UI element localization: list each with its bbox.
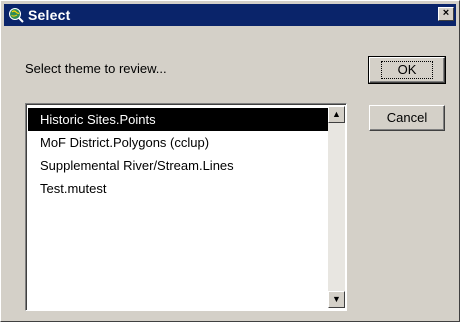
list-item[interactable]: Historic Sites.Points [28, 108, 328, 131]
ok-button[interactable]: OK [368, 56, 446, 84]
vertical-scrollbar[interactable]: ▲ ▼ [328, 106, 345, 308]
prompt-label: Select theme to review... [25, 61, 167, 76]
list-item[interactable]: Test.mutest [28, 177, 328, 200]
globe-magnifier-icon [8, 7, 24, 23]
arrow-down-icon: ▼ [332, 294, 341, 304]
list-item[interactable]: Supplemental River/Stream.Lines [28, 154, 328, 177]
list-item[interactable]: MoF District.Polygons (cclup) [28, 131, 328, 154]
title-bar[interactable]: Select × [4, 4, 456, 26]
window-title: Select [28, 7, 71, 23]
arrow-up-icon: ▲ [332, 109, 341, 119]
close-button[interactable]: × [438, 7, 454, 21]
theme-list-items: Historic Sites.Points MoF District.Polygo… [28, 108, 328, 200]
cancel-button[interactable]: Cancel [369, 105, 445, 131]
ok-button-label: OK [380, 61, 434, 79]
theme-list[interactable]: Historic Sites.Points MoF District.Polygo… [25, 103, 347, 311]
close-icon: × [442, 7, 450, 19]
cancel-button-label: Cancel [386, 110, 428, 125]
scroll-down-button[interactable]: ▼ [328, 291, 345, 308]
scroll-up-button[interactable]: ▲ [328, 106, 345, 123]
select-dialog: Select × Select theme to review... Histo… [0, 0, 460, 322]
